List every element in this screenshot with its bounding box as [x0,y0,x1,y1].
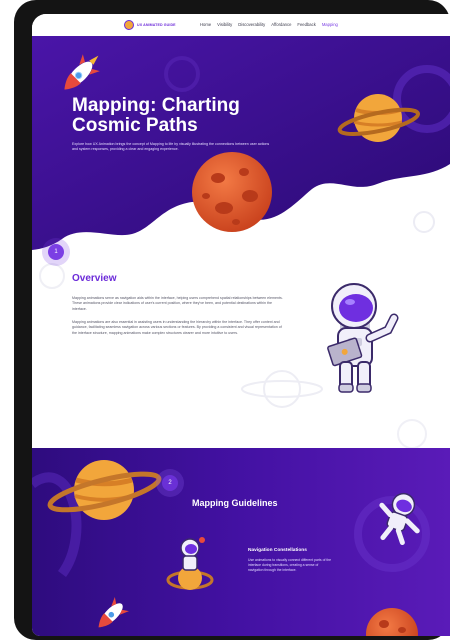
step-badge: 1 [48,244,64,260]
mars-planet-icon [192,152,272,232]
guidelines-heading: Mapping Guidelines [192,498,278,508]
hero-description: Explore how UX Animation brings the conc… [72,142,270,151]
hero-title: Mapping: Charting Cosmic Paths [72,95,240,136]
overview-paragraph: Mapping animations serve as navigation a… [72,296,283,311]
astronaut-laptop-icon [327,283,399,393]
overview-heading: Overview [72,273,117,284]
webpage-screen: UX ANIMATED GUIDE Home Visibility Discov… [32,14,450,636]
guideline-text: Use animations to visually connect diffe… [248,558,332,572]
step-badge: 2 [162,475,178,491]
guideline-title: Navigation Constellations [248,548,307,553]
overview-paragraph: Mapping animations are also essential in… [72,320,282,335]
